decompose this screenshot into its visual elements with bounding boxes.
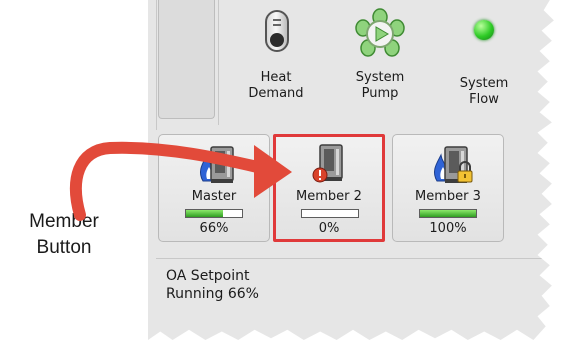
pump-icon	[355, 8, 405, 57]
boiler-flame-icon	[200, 146, 234, 183]
firing-rate-percent: 0%	[318, 221, 340, 236]
firing-rate-meter	[185, 209, 243, 218]
boiler-locked-flame-icon	[434, 146, 473, 183]
green-status-light-icon	[474, 20, 494, 40]
firing-rate-meter	[419, 209, 477, 218]
panel-divider	[156, 0, 157, 130]
boiler-name: Member 3	[415, 189, 481, 204]
system-pump-label: System Pump	[355, 70, 405, 101]
firing-rate-percent: 100%	[429, 221, 467, 236]
boiler-button-member-3[interactable]: Member 3 100%	[392, 134, 504, 242]
info-line-setpoint: OA Setpoint	[166, 268, 250, 284]
side-pane	[158, 0, 215, 119]
meter-fill	[186, 210, 223, 217]
boiler-name: Master	[191, 189, 237, 204]
boiler-name: Member 2	[296, 189, 362, 204]
heat-demand-label: Heat Demand	[248, 70, 304, 101]
status-info-area: OA Setpoint Running 66%	[156, 258, 546, 339]
boiler-warning-icon	[312, 144, 343, 183]
system-flow-label: System Flow	[459, 76, 509, 107]
boiler-button-master[interactable]: Master 66%	[158, 134, 270, 242]
boiler-button-member-2[interactable]: Member 2 0%	[273, 134, 385, 242]
meter-fill	[420, 210, 476, 217]
heat-demand-indicator[interactable]: Heat Demand	[231, 8, 321, 108]
firing-rate-meter	[301, 209, 359, 218]
firing-rate-percent: 66%	[199, 221, 229, 236]
thermostat-icon	[265, 10, 289, 52]
member-button-callout: Member Button	[29, 211, 99, 258]
system-flow-indicator[interactable]: System Flow	[439, 8, 529, 108]
info-line-running: Running 66%	[166, 286, 259, 302]
boiler-control-panel: Heat Demand System Pump System Flow Mast…	[148, 0, 554, 340]
system-pump-indicator[interactable]: System Pump	[335, 8, 425, 108]
system-status-area: Heat Demand System Pump System Flow	[218, 0, 549, 125]
